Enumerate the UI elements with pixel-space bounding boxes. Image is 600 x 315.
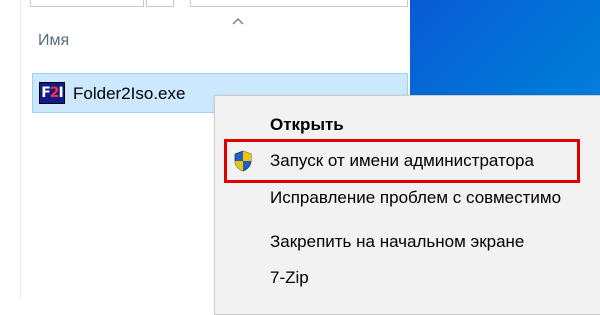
toolbar-field <box>30 0 144 7</box>
menu-item-open[interactable]: Открыть <box>215 106 600 142</box>
toolbar-button[interactable] <box>146 0 174 7</box>
menu-item-7zip[interactable]: 7-Zip <box>215 259 600 295</box>
application-icon: F2I <box>39 82 65 104</box>
menu-item-troubleshoot-compatibility[interactable]: Исправление проблем с совместимо <box>215 179 600 215</box>
sort-ascending-icon <box>232 18 244 25</box>
search-box[interactable] <box>190 0 408 7</box>
navigation-pane <box>0 0 21 300</box>
menu-item-pin-to-start[interactable]: Закрепить на начальном экране <box>215 223 600 259</box>
file-name: Folder2Iso.exe <box>73 84 186 103</box>
column-header-name[interactable]: Имя <box>38 32 69 50</box>
context-menu: Открыть Запуск от имени администратора И… <box>214 95 600 315</box>
highlight-annotation <box>224 139 580 183</box>
